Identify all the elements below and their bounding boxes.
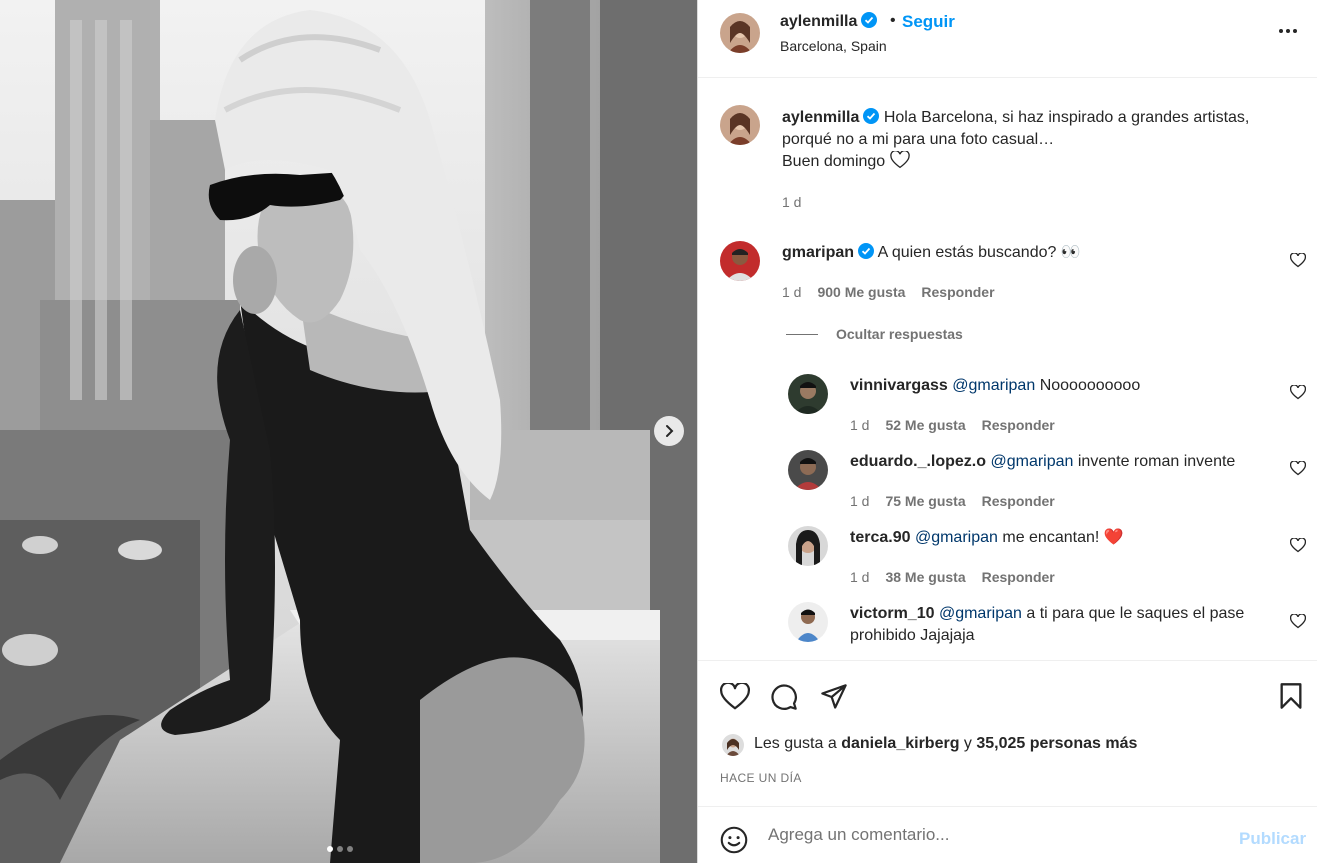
likes-middle: y xyxy=(963,735,972,752)
reply-username[interactable]: eduardo._.lopez.o xyxy=(850,453,986,470)
heart-outline-icon xyxy=(889,150,910,169)
caption-avatar[interactable] xyxy=(720,105,760,145)
reply-text: invente roman invente xyxy=(1077,453,1236,470)
reply-meta: 1 d 75 Me gusta Responder xyxy=(850,493,1055,509)
comment-icon[interactable] xyxy=(770,683,798,711)
post-location[interactable]: Barcelona, Spain xyxy=(780,38,887,54)
reply: victorm_10 @gmaripan a ti para que le sa… xyxy=(850,603,1280,647)
reply-text-line-1: a ti para que le saques el pase xyxy=(1026,605,1245,622)
reply-username[interactable]: victorm_10 xyxy=(850,605,935,622)
reply-button[interactable]: Responder xyxy=(982,569,1055,585)
reply: terca.90 @gmaripan me encantan! ❤️ xyxy=(850,527,1270,549)
hide-replies-toggle[interactable]: Ocultar respuestas xyxy=(786,326,963,342)
like-comment-heart-icon[interactable] xyxy=(1290,538,1306,553)
comment-time[interactable]: 1 d xyxy=(782,284,801,300)
comment-meta: 1 d 900 Me gusta Responder xyxy=(782,284,995,300)
comment-likes[interactable]: 900 Me gusta xyxy=(817,284,905,300)
emoji-icon[interactable] xyxy=(720,826,748,854)
like-comment-heart-icon[interactable] xyxy=(1290,253,1306,268)
reply-meta: 1 d 52 Me gusta Responder xyxy=(850,417,1055,433)
chevron-right-icon xyxy=(666,425,674,437)
caption-line-1: Hola Barcelona, si haz inspirado a grand… xyxy=(883,109,1250,126)
caption-time[interactable]: 1 d xyxy=(782,194,801,210)
reply-avatar[interactable] xyxy=(788,450,828,490)
carousel-indicator xyxy=(327,846,353,852)
reply-mention[interactable]: @gmaripan xyxy=(990,453,1073,470)
share-icon[interactable] xyxy=(820,683,848,711)
reply-button[interactable]: Responder xyxy=(921,284,994,300)
comment: gmaripan A quien estás buscando? 👀 xyxy=(782,242,1262,264)
like-comment-heart-icon[interactable] xyxy=(1290,461,1306,476)
reply-avatar[interactable] xyxy=(788,602,828,642)
divider-line xyxy=(786,333,818,335)
reply-meta: 1 d 38 Me gusta Responder xyxy=(850,569,1055,585)
reply-likes[interactable]: 75 Me gusta xyxy=(885,493,965,509)
carousel-dot-1 xyxy=(327,846,333,852)
verified-icon xyxy=(861,12,878,28)
comment-username[interactable]: gmaripan xyxy=(782,244,854,261)
likes-prefix: Les gusta a xyxy=(754,735,837,752)
reply: eduardo._.lopez.o @gmaripan invente roma… xyxy=(850,451,1290,473)
post-photo xyxy=(0,0,697,863)
comment-input[interactable] xyxy=(768,825,1218,845)
comment-composer: Publicar xyxy=(698,806,1317,863)
heart-icon[interactable] xyxy=(720,683,750,711)
bookmark-icon[interactable] xyxy=(1278,682,1304,710)
post-actions: Les gusta a daniela_kirberg y 35,025 per… xyxy=(698,660,1317,806)
more-options-icon[interactable] xyxy=(1277,20,1299,42)
reply-username[interactable]: vinnivargass xyxy=(850,377,948,394)
caption-line-3: Buen domingo xyxy=(782,153,886,170)
comment-avatar[interactable] xyxy=(720,241,760,281)
reply-mention[interactable]: @gmaripan xyxy=(952,377,1035,394)
carousel-dot-3 xyxy=(347,846,353,852)
likes-summary: Les gusta a daniela_kirberg y 35,025 per… xyxy=(754,735,1137,753)
author-avatar[interactable] xyxy=(720,13,760,53)
reply-avatar[interactable] xyxy=(788,526,828,566)
verified-icon xyxy=(863,108,880,124)
caption-line-2: porqué no a mi para una foto casual… xyxy=(782,131,1055,148)
post-details-panel: aylenmilla • Seguir Barcelona, Spain ayl… xyxy=(697,0,1317,863)
comments-list[interactable]: aylenmilla Hola Barcelona, si haz inspir… xyxy=(698,79,1317,660)
reply-username[interactable]: terca.90 xyxy=(850,529,911,546)
post-media[interactable] xyxy=(0,0,697,863)
reply-time[interactable]: 1 d xyxy=(850,493,869,509)
like-comment-heart-icon[interactable] xyxy=(1290,614,1306,629)
reply-text: me encantan! ❤️ xyxy=(1002,529,1124,546)
reply-likes[interactable]: 52 Me gusta xyxy=(885,417,965,433)
reply-text: Noooooooooo xyxy=(1039,377,1141,394)
reply-mention[interactable]: @gmaripan xyxy=(915,529,998,546)
reply-mention[interactable]: @gmaripan xyxy=(939,605,1022,622)
post-date[interactable]: HACE UN DÍA xyxy=(720,771,802,785)
liker-username[interactable]: daniela_kirberg xyxy=(841,735,959,752)
reply-button[interactable]: Responder xyxy=(982,493,1055,509)
header-separator: • xyxy=(890,12,896,29)
carousel-dot-2 xyxy=(337,846,343,852)
reply: vinnivargass @gmaripan Noooooooooo xyxy=(850,375,1270,397)
like-comment-heart-icon[interactable] xyxy=(1290,385,1306,400)
caption-meta: 1 d xyxy=(782,194,801,210)
reply-button[interactable]: Responder xyxy=(982,417,1055,433)
reply-time[interactable]: 1 d xyxy=(850,417,869,433)
reply-time[interactable]: 1 d xyxy=(850,569,869,585)
reply-likes[interactable]: 38 Me gusta xyxy=(885,569,965,585)
author-username[interactable]: aylenmilla xyxy=(780,13,857,30)
follow-button[interactable]: Seguir xyxy=(902,12,955,32)
liker-avatar[interactable] xyxy=(722,734,744,756)
caption: aylenmilla Hola Barcelona, si haz inspir… xyxy=(782,107,1302,173)
hide-replies-label: Ocultar respuestas xyxy=(836,326,963,342)
comment-text: A quien estás buscando? 👀 xyxy=(877,244,1081,261)
post-header: aylenmilla • Seguir Barcelona, Spain xyxy=(698,0,1317,78)
publish-button[interactable]: Publicar xyxy=(1239,829,1306,849)
reply-avatar[interactable] xyxy=(788,374,828,414)
verified-icon xyxy=(858,243,875,259)
likes-others[interactable]: 35,025 personas más xyxy=(976,735,1137,752)
next-slide-button[interactable] xyxy=(654,416,684,446)
caption-username[interactable]: aylenmilla xyxy=(782,109,859,126)
reply-text-line-2: prohibido Jajajaja xyxy=(850,627,975,644)
